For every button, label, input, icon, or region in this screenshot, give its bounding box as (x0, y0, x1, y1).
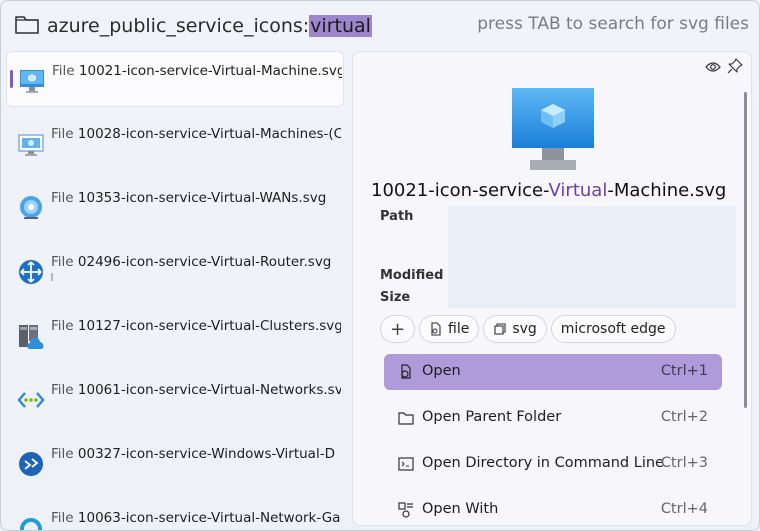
result-text: File 10021-icon-service-Virtual-Machine.… (52, 63, 342, 79)
preview-thumbnail (512, 88, 594, 170)
pin-icon[interactable] (727, 58, 743, 74)
action-label: Open With (422, 501, 499, 517)
open-icon (401, 364, 411, 379)
preview-file-name: 10021-icon-service-Virtual-Machine.svg (371, 180, 727, 201)
action-shortcut: Ctrl+2 (660, 409, 708, 425)
result-text: File 10353-icon-service-Virtual-WANs.svg (51, 190, 327, 206)
virtual-wans-icon (20, 196, 42, 219)
list-item[interactable]: File 00327-icon-service-Windows-Virtual-… (6, 435, 344, 491)
windows-virtual-desktop-icon (19, 452, 43, 476)
path-label: Path (380, 209, 414, 224)
list-item[interactable]: File 10063-icon-service-Virtual-Network-… (6, 499, 344, 530)
launcher-window: azure_public_service_icons: virtual pres… (0, 0, 760, 531)
modified-label: Modified (380, 268, 444, 283)
virtual-machines-classic-icon (18, 134, 44, 156)
add-tag-button[interactable]: + (380, 315, 415, 343)
preview-scrollbar[interactable] (744, 92, 747, 408)
open-with-icon (398, 502, 413, 518)
folder-icon (15, 16, 39, 34)
result-text: File 00327-icon-service-Windows-Virtual-… (51, 446, 335, 462)
search-bar[interactable]: azure_public_service_icons: virtual pres… (1, 1, 759, 49)
action-shortcut: Ctrl+4 (660, 501, 708, 517)
open-parent-folder-action[interactable]: Open Parent Folder Ctrl+2 (384, 400, 722, 436)
list-item[interactable]: File 02496-icon-service-Virtual-Router.s… (6, 243, 344, 299)
list-item[interactable]: File 10353-icon-service-Virtual-WANs.svg (6, 179, 344, 235)
copy-icon (494, 323, 506, 335)
virtual-machine-icon (20, 70, 44, 93)
preview-panel: 10021-icon-service-Virtual-Machine.svg P… (352, 51, 752, 526)
action-shortcut: Ctrl+1 (660, 363, 708, 379)
list-item[interactable]: File 10028-icon-service-Virtual-Machines… (6, 115, 344, 171)
search-scope: azure_public_service_icons: (47, 15, 310, 37)
result-subline (51, 273, 53, 281)
result-text: File 10127-icon-service-Virtual-Clusters… (51, 318, 341, 334)
virtual-router-icon (19, 260, 43, 284)
eye-icon[interactable] (705, 60, 721, 74)
action-shortcut: Ctrl+3 (660, 455, 708, 471)
list-item[interactable]: File 10127-icon-service-Virtual-Clusters… (6, 307, 344, 363)
tag-microsoft-edge[interactable]: microsoft edge (550, 315, 676, 343)
result-text: File 10063-icon-service-Virtual-Network-… (51, 510, 341, 526)
folder-icon (398, 412, 414, 425)
list-item[interactable]: File 10021-icon-service-Virtual-Machine.… (6, 51, 344, 107)
selection-marker (10, 70, 13, 88)
tag-svg[interactable]: svg (483, 315, 547, 343)
open-with-action[interactable]: Open With Ctrl+4 (384, 492, 722, 525)
action-label: Open Directory in Command Line (422, 455, 664, 471)
virtual-clusters-icon (19, 325, 44, 349)
result-text: File 10061-icon-service-Virtual-Networks… (51, 382, 341, 398)
metadata-values (448, 206, 736, 308)
file-icon (431, 322, 441, 336)
terminal-icon (398, 457, 414, 471)
result-text: File 10028-icon-service-Virtual-Machines… (51, 126, 341, 142)
virtual-network-gateway-icon (20, 518, 42, 530)
open-action[interactable]: Open Ctrl+1 (384, 354, 722, 390)
results-list[interactable]: File 10021-icon-service-Virtual-Machine.… (1, 51, 347, 530)
virtual-networks-icon (17, 392, 45, 408)
result-text: File 02496-icon-service-Virtual-Router.s… (51, 254, 332, 270)
action-label: Open Parent Folder (422, 409, 562, 425)
size-label: Size (380, 290, 411, 305)
search-query: virtual (309, 15, 372, 37)
tag-list: + file svg microsoft edge (380, 315, 676, 343)
open-command-line-action[interactable]: Open Directory in Command Line Ctrl+3 (384, 446, 722, 482)
action-label: Open (422, 363, 461, 379)
search-input[interactable]: azure_public_service_icons: virtual (47, 11, 372, 41)
tag-file[interactable]: file (419, 315, 480, 343)
search-hint: press TAB to search for svg files (477, 14, 749, 34)
list-item[interactable]: File 10061-icon-service-Virtual-Networks… (6, 371, 344, 427)
